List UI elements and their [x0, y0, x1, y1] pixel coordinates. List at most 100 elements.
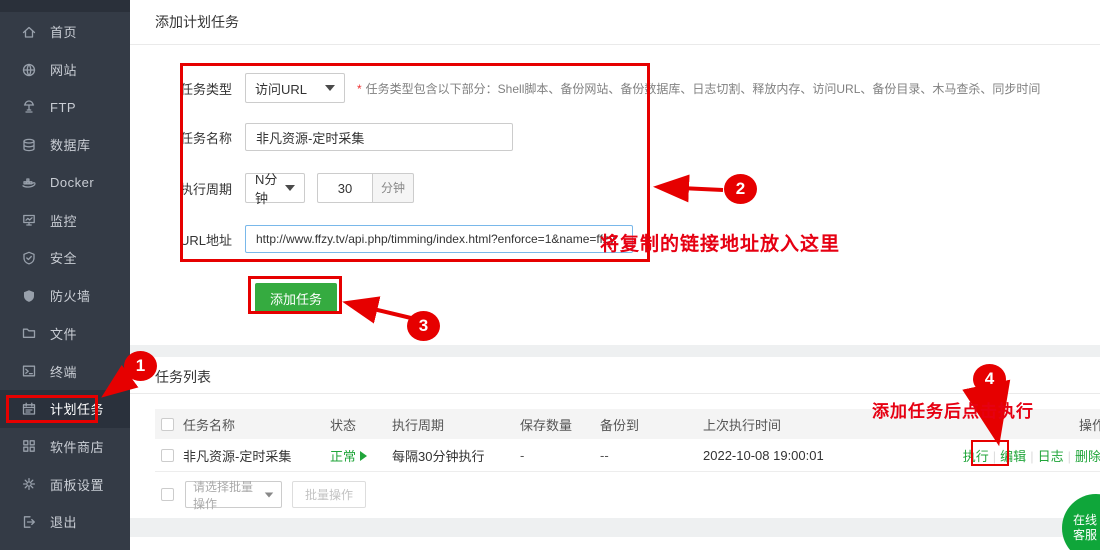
- cycle-suffix: 分钟: [373, 173, 414, 203]
- logout-icon: [21, 514, 37, 530]
- chevron-down-icon: [325, 85, 335, 91]
- action-separator: |: [1068, 449, 1071, 464]
- action-separator: |: [993, 449, 996, 464]
- step-circle-2: 2: [724, 174, 757, 204]
- sidebar-item-site[interactable]: 网站: [0, 51, 130, 89]
- sidebar-item-label: Docker: [50, 175, 94, 190]
- action-execute[interactable]: 执行: [963, 449, 989, 464]
- sidebar-item-label: FTP: [50, 100, 76, 115]
- url-row: URL地址: [180, 225, 633, 253]
- cycle-unit-selected: N分钟: [255, 169, 285, 207]
- column-header: 保存数量: [520, 415, 600, 434]
- sidebar-item-label: 数据库: [50, 135, 91, 154]
- task-name-label: 任务名称: [180, 128, 245, 147]
- action-delete[interactable]: 删除: [1075, 449, 1100, 464]
- calendar-icon: [21, 401, 37, 417]
- sidebar-item-docker[interactable]: Docker: [0, 164, 130, 202]
- sidebar-item-ftp[interactable]: FTP: [0, 88, 130, 126]
- annotation-note-execute: 添加任务后点击执行: [872, 397, 1034, 422]
- action-edit[interactable]: 编辑: [1000, 449, 1026, 464]
- shield-check-icon: [21, 250, 37, 266]
- column-header: 执行周期: [392, 415, 520, 434]
- row-checkbox[interactable]: [161, 449, 174, 462]
- task-type-hint: *任务类型包含以下部分：Shell脚本、备份网站、备份数据库、日志切割、释放内存…: [357, 80, 1040, 97]
- online-support-label: 在线 客服: [1073, 513, 1097, 543]
- cycle-unit-select[interactable]: N分钟: [245, 173, 305, 203]
- sidebar-item-label: 软件商店: [50, 437, 104, 456]
- status-cell: 正常: [330, 446, 392, 465]
- appstore-icon: [21, 438, 37, 454]
- database-icon: [21, 137, 37, 153]
- page-title: 添加计划任务: [155, 12, 239, 32]
- task-type-select[interactable]: 访问URL: [245, 73, 345, 103]
- batch-bar: 请选择批量操作 批量操作: [161, 481, 366, 508]
- sidebar-item-label: 计划任务: [50, 399, 104, 418]
- cycle-row: 执行周期 N分钟 分钟: [180, 173, 414, 203]
- task-list-title: 任务列表: [155, 367, 211, 387]
- docker-icon: [21, 175, 37, 191]
- annotation-note-url: 将复制的链接地址放入这里: [600, 229, 840, 256]
- batch-apply-button[interactable]: 批量操作: [292, 481, 366, 508]
- task-table-body: 非凡资源-定时采集正常每隔30分钟执行---2022-10-08 19:00:0…: [155, 439, 1100, 472]
- status-badge: 正常: [330, 449, 356, 464]
- action-log[interactable]: 日志: [1038, 449, 1064, 464]
- sidebar-top-strip: [0, 0, 130, 12]
- task-type-row: 任务类型 访问URL *任务类型包含以下部分：Shell脚本、备份网站、备份数据…: [180, 73, 1040, 103]
- keep-count-cell: -: [520, 448, 600, 463]
- header-checkbox[interactable]: [161, 418, 174, 431]
- sidebar-item-label: 退出: [50, 512, 77, 531]
- sidebar-item-firewall[interactable]: 防火墙: [0, 277, 130, 315]
- backup-to-cell: --: [600, 448, 703, 463]
- task-name-row: 任务名称: [180, 123, 513, 151]
- firewall-icon: [21, 288, 37, 304]
- cycle-label: 执行周期: [180, 179, 245, 198]
- sidebar-item-settings[interactable]: 面板设置: [0, 465, 130, 503]
- sidebar-item-logout[interactable]: 退出: [0, 503, 130, 541]
- table-row: 非凡资源-定时采集正常每隔30分钟执行---2022-10-08 19:00:0…: [155, 439, 1100, 472]
- sidebar-item-label: 首页: [50, 22, 77, 41]
- monitor-icon: [21, 212, 37, 228]
- sidebar-item-label: 安全: [50, 248, 77, 267]
- divider: [130, 44, 1100, 45]
- sidebar: 首页网站 FTP 数据库 Docker 监控安全防火墙文件终端计划任务软件商店面板设置退…: [0, 0, 130, 550]
- column-header: 任务名称: [183, 415, 330, 434]
- header-checkbox-cell: [155, 418, 183, 431]
- batch-select[interactable]: 请选择批量操作: [185, 481, 282, 508]
- sidebar-item-label: 面板设置: [50, 475, 104, 494]
- action-separator: |: [1030, 449, 1033, 464]
- sidebar-item-label: 文件: [50, 324, 77, 343]
- step-circle-1: 1: [124, 351, 157, 381]
- actions-cell: 执行 | 编辑 | 日志 | 删除: [948, 446, 1100, 465]
- batch-checkbox[interactable]: [161, 488, 174, 501]
- ftp-icon: [21, 99, 37, 115]
- task-name-cell: 非凡资源-定时采集: [183, 446, 330, 465]
- cycle-value-input[interactable]: [317, 173, 373, 203]
- sidebar-item-label: 监控: [50, 211, 77, 230]
- sidebar-item-security[interactable]: 安全: [0, 239, 130, 277]
- task-name-input[interactable]: [245, 123, 513, 151]
- url-label: URL地址: [180, 230, 245, 249]
- step-circle-3: 3: [407, 311, 440, 341]
- sidebar-item-monitor[interactable]: 监控: [0, 201, 130, 239]
- play-icon[interactable]: [360, 451, 367, 461]
- cycle-input-group: 分钟: [317, 173, 414, 203]
- sidebar-item-terminal[interactable]: 终端: [0, 352, 130, 390]
- sidebar-item-label: 防火墙: [50, 286, 91, 305]
- url-input[interactable]: [245, 225, 633, 253]
- sidebar-item-files[interactable]: 文件: [0, 315, 130, 353]
- task-type-label: 任务类型: [180, 79, 245, 98]
- sidebar-item-database[interactable]: 数据库: [0, 126, 130, 164]
- gear-icon: [21, 476, 37, 492]
- sidebar-item-appstore[interactable]: 软件商店: [0, 428, 130, 466]
- sidebar-item-home[interactable]: 首页: [0, 13, 130, 51]
- home-icon: [21, 24, 37, 40]
- panel-app: 首页网站 FTP 数据库 Docker 监控安全防火墙文件终端计划任务软件商店面板设置退…: [0, 0, 1100, 550]
- sidebar-item-label: 网站: [50, 60, 77, 79]
- add-task-card: 添加计划任务 任务类型 访问URL *任务类型包含以下部分：Shell脚本、备份…: [130, 0, 1100, 345]
- batch-select-placeholder: 请选择批量操作: [193, 478, 264, 512]
- sidebar-item-label: 终端: [50, 362, 77, 381]
- add-task-button[interactable]: 添加任务: [255, 283, 337, 313]
- chevron-down-icon: [265, 492, 274, 497]
- sidebar-item-cron[interactable]: 计划任务: [0, 390, 130, 428]
- folder-icon: [21, 325, 37, 341]
